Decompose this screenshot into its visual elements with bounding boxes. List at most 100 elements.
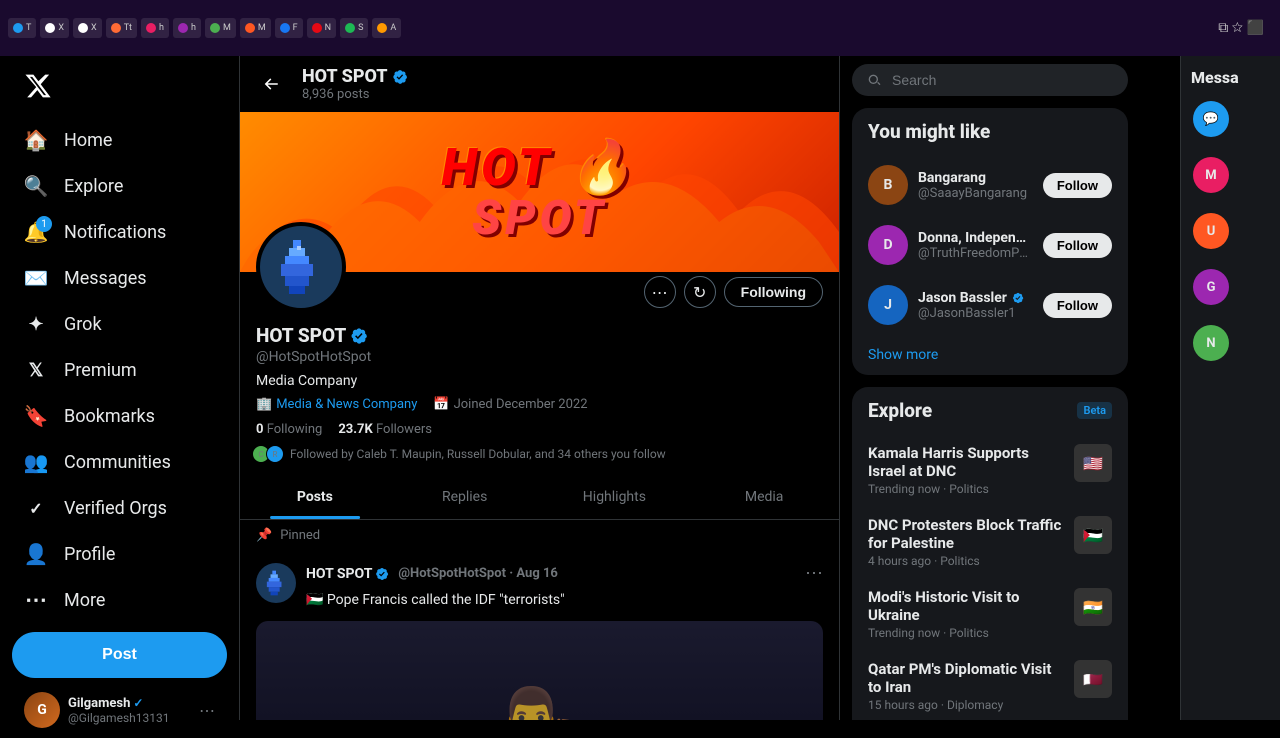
- msg-avatar-1: M: [1193, 157, 1229, 193]
- home-icon: 🏠: [24, 128, 48, 152]
- profile-meta-type: 🏢 Media & News Company: [256, 397, 417, 412]
- followed-avatars: C R: [256, 445, 284, 463]
- browser-tab[interactable]: M: [240, 18, 271, 38]
- sidebar-item-messages[interactable]: ✉️ Messages: [12, 256, 227, 300]
- explore-item-1[interactable]: DNC Protesters Block Traffic for Palesti…: [852, 506, 1128, 578]
- more-icon: ⋯: [24, 588, 48, 612]
- suggestion-avatar-0: B: [868, 165, 908, 205]
- browser-tab[interactable]: Tt: [106, 18, 137, 38]
- profile-topbar: HOT SPOT 8,936 posts: [240, 56, 839, 112]
- sidebar-label-premium: Premium: [64, 360, 137, 381]
- tweet-avatar[interactable]: [256, 563, 296, 603]
- browser-tab[interactable]: h: [173, 18, 201, 38]
- premium-icon: 𝕏: [24, 358, 48, 382]
- you-might-like-title: You might like: [852, 108, 1128, 155]
- follow-button-2[interactable]: Follow: [1043, 293, 1112, 318]
- explore-item-meta-1: 4 hours ago · Politics: [868, 554, 1064, 568]
- sidebar: 🏠 Home 🔍 Explore 🔔 1 Notifications ✉️ Me…: [0, 56, 240, 720]
- sidebar-item-grok[interactable]: ✦ Grok: [12, 302, 227, 346]
- notification-badge: 1: [36, 216, 52, 232]
- explore-item-0[interactable]: Kamala Harris Supports Israel at DNC Tre…: [852, 434, 1128, 506]
- suggestion-item-1[interactable]: D Donna, Independen @TruthFreedomPe1 Fol…: [852, 215, 1128, 275]
- followers-stat[interactable]: 23.7K Followers: [338, 422, 432, 437]
- explore-item-title-2: Modi's Historic Visit to Ukraine: [868, 588, 1064, 624]
- briefcase-icon: 🏢: [256, 397, 272, 412]
- browser-tab[interactable]: A: [372, 18, 401, 38]
- user-info: Gilgamesh ✓ @Gilgamesh13131: [68, 696, 191, 725]
- tab-media[interactable]: Media: [689, 475, 839, 519]
- suggestion-item-0[interactable]: B Bangarang @SaaayBangarang Follow: [852, 155, 1128, 215]
- sidebar-item-communities[interactable]: 👥 Communities: [12, 440, 227, 484]
- suggestion-avatar-1: D: [868, 225, 908, 265]
- tweet-media[interactable]: 👨‍⚖️ Watch again 0:00: [256, 621, 823, 720]
- suggestion-avatar-2: J: [868, 285, 908, 325]
- user-display-name: Gilgamesh ✓: [68, 696, 191, 711]
- calendar-icon: 📅: [433, 397, 449, 412]
- msg-item-0[interactable]: 💬: [1187, 95, 1274, 143]
- sidebar-item-explore[interactable]: 🔍 Explore: [12, 164, 227, 208]
- explore-item-title-1: DNC Protesters Block Traffic for Palesti…: [868, 516, 1064, 552]
- profile-stats: 0 Following 23.7K Followers: [256, 422, 823, 437]
- sidebar-label-bookmarks: Bookmarks: [64, 406, 155, 427]
- tab-posts[interactable]: Posts: [240, 475, 390, 519]
- explore-item-img-2: 🇮🇳: [1074, 588, 1112, 626]
- sidebar-user[interactable]: G Gilgamesh ✓ @Gilgamesh13131 ⋯: [12, 682, 227, 738]
- grok-icon: ✦: [24, 312, 48, 336]
- sidebar-label-verified-orgs: Verified Orgs: [64, 498, 167, 519]
- post-button[interactable]: Post: [12, 632, 227, 678]
- refresh-button[interactable]: ↻: [684, 276, 716, 308]
- tweet-more-button[interactable]: ⋯: [805, 563, 823, 584]
- sidebar-label-grok: Grok: [64, 314, 102, 335]
- sidebar-item-home[interactable]: 🏠 Home: [12, 118, 227, 162]
- back-button[interactable]: [256, 69, 286, 99]
- suggestion-handle-2: @JasonBassler1: [918, 306, 1033, 321]
- browser-tab[interactable]: T: [8, 18, 36, 38]
- follow-button-1[interactable]: Follow: [1043, 233, 1112, 258]
- browser-tab[interactable]: S: [340, 18, 368, 38]
- search-input-wrap[interactable]: [852, 64, 1128, 96]
- verified-checkmark: ✓: [133, 696, 143, 710]
- tweet-text: 🇵🇸 Pope Francis called the IDF "terroris…: [306, 590, 823, 611]
- msg-avatar-0: 💬: [1193, 101, 1229, 137]
- sidebar-item-more[interactable]: ⋯ More: [12, 578, 227, 622]
- sidebar-item-verified-orgs[interactable]: ✓ Verified Orgs: [12, 486, 227, 530]
- sidebar-item-bookmarks[interactable]: 🔖 Bookmarks: [12, 394, 227, 438]
- msg-item-2[interactable]: U: [1187, 207, 1274, 255]
- explore-item-3[interactable]: Qatar PM's Diplomatic Visit to Iran 15 h…: [852, 650, 1128, 720]
- profile-handle: @HotSpotHotSpot: [256, 349, 823, 365]
- msg-item-1[interactable]: M: [1187, 151, 1274, 199]
- explore-item-img-1: 🇵🇸: [1074, 516, 1112, 554]
- search-input[interactable]: [892, 72, 1114, 88]
- msg-avatar-4: N: [1193, 325, 1229, 361]
- following-button[interactable]: Following: [724, 277, 823, 307]
- followed-by: C R Followed by Caleb T. Maupin, Russell…: [256, 445, 823, 463]
- msg-item-3[interactable]: G: [1187, 263, 1274, 311]
- explore-item-2[interactable]: Modi's Historic Visit to Ukraine Trendin…: [852, 578, 1128, 650]
- x-logo[interactable]: [12, 64, 227, 112]
- tab-replies[interactable]: Replies: [390, 475, 540, 519]
- sidebar-item-notifications[interactable]: 🔔 1 Notifications: [12, 210, 227, 254]
- follow-button-0[interactable]: Follow: [1043, 173, 1112, 198]
- following-stat[interactable]: 0 Following: [256, 422, 322, 437]
- more-actions-button[interactable]: ⋯: [644, 276, 676, 308]
- communities-icon: 👥: [24, 450, 48, 474]
- profile-actions: ⋯ ↻ Following: [644, 276, 823, 312]
- tab-highlights[interactable]: Highlights: [540, 475, 690, 519]
- suggestion-info-1: Donna, Independen @TruthFreedomPe1: [918, 230, 1033, 261]
- mail-icon: ✉️: [24, 266, 48, 290]
- browser-controls[interactable]: ⧉ ☆ ⬛: [1218, 20, 1264, 36]
- msg-item-4[interactable]: N: [1187, 319, 1274, 367]
- browser-tab[interactable]: h: [141, 18, 169, 38]
- sidebar-item-premium[interactable]: 𝕏 Premium: [12, 348, 227, 392]
- suggestion-name-0: Bangarang: [918, 170, 1033, 186]
- tweet: HOT SPOT @HotSpotHotSpot · Aug 16 ⋯ 🇵🇸 P…: [240, 551, 839, 720]
- browser-tab[interactable]: X: [73, 18, 102, 38]
- browser-tab[interactable]: X: [40, 18, 69, 38]
- browser-tab[interactable]: M: [205, 18, 236, 38]
- browser-tab[interactable]: F: [275, 18, 303, 38]
- suggestion-info-2: Jason Bassler @JasonBassler1: [918, 290, 1033, 321]
- browser-tab[interactable]: N: [307, 18, 336, 38]
- suggestion-item-2[interactable]: J Jason Bassler @JasonBassler1 Follow: [852, 275, 1128, 335]
- sidebar-item-profile[interactable]: 👤 Profile: [12, 532, 227, 576]
- show-more-link[interactable]: Show more: [852, 335, 1128, 375]
